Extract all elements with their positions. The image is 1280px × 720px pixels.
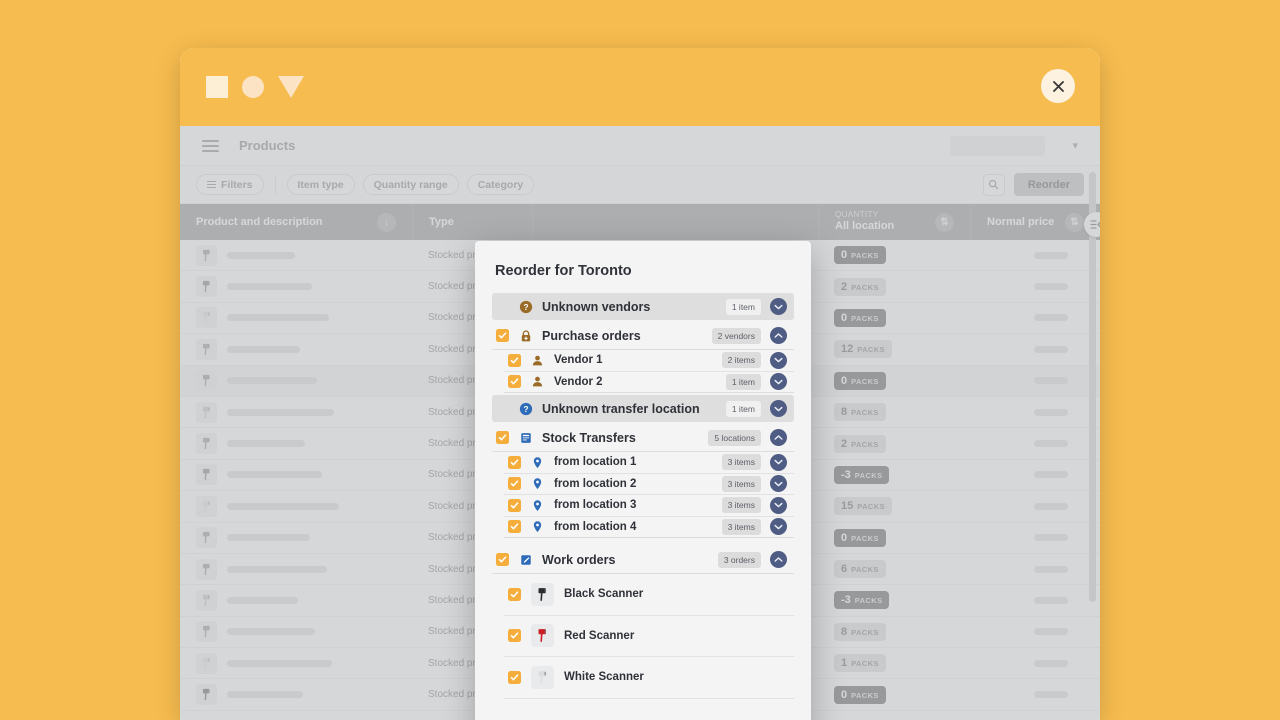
chevron-up-icon[interactable]: [770, 429, 787, 446]
map-pin-icon: [530, 499, 545, 512]
group-count-badge: 2 vendors: [711, 327, 761, 344]
purchase-lock-icon: [518, 329, 533, 343]
group-label: Unknown transfer location: [542, 401, 700, 416]
work-order-label: Black Scanner: [564, 588, 644, 601]
child-count-badge: 3 items: [721, 454, 761, 471]
map-pin-icon: [530, 520, 545, 533]
chevron-up-icon[interactable]: [770, 327, 787, 344]
vendor-person-icon: [530, 354, 545, 367]
group-children: Vendor 1 2 items Vendor 2 1 item: [492, 349, 794, 393]
question-mark-icon: ?: [518, 300, 533, 314]
group-label: Stock Transfers: [542, 430, 636, 445]
group-label: Purchase orders: [542, 328, 641, 343]
work-orders-group: Work orders 3 orders Black Scanner Red Scan…: [492, 546, 794, 699]
work-order-pencil-icon: [518, 553, 533, 567]
work-order-checkbox[interactable]: [508, 670, 521, 684]
group-label: Unknown vendors: [542, 299, 651, 314]
chevron-down-icon[interactable]: [770, 518, 787, 536]
work-order-checkbox[interactable]: [508, 629, 521, 643]
group-children: from location 1 3 items from location 2 3 i…: [492, 451, 794, 538]
child-count-badge: 2 items: [721, 352, 761, 369]
modal-group: Stock Transfers 5 locations from location …: [492, 424, 794, 538]
work-order-item[interactable]: Black Scanner: [504, 574, 794, 616]
group-child-row[interactable]: from location 2 3 items: [504, 474, 794, 495]
group-header[interactable]: ? Unknown transfer location 1 item: [492, 395, 794, 422]
modal-group: ? Unknown transfer location 1 item: [492, 395, 794, 422]
group-count-badge: 5 locations: [708, 429, 761, 446]
chevron-down-icon[interactable]: [770, 373, 787, 391]
app-body: Products ▾ Filters Item type Quantity ra…: [180, 126, 1100, 720]
reorder-modal: Reorder for Toronto ? Unknown vendors 1 it…: [475, 241, 811, 720]
work-orders-header[interactable]: Work orders 3 orders: [492, 546, 794, 573]
stock-transfer-icon: [518, 431, 533, 445]
group-child-row[interactable]: Vendor 1 2 items: [504, 350, 794, 372]
chevron-down-icon[interactable]: [770, 298, 787, 315]
app-window: Products ▾ Filters Item type Quantity ra…: [180, 48, 1100, 720]
chevron-down-icon[interactable]: [770, 351, 787, 369]
work-orders-count-badge: 3 orders: [717, 551, 761, 568]
child-checkbox[interactable]: [508, 520, 521, 534]
chevron-down-icon[interactable]: [770, 475, 787, 493]
brand-bar: [180, 48, 1100, 126]
square-shape: [206, 76, 228, 98]
child-label: from location 3: [554, 499, 637, 512]
circle-shape: [242, 76, 264, 98]
group-checkbox[interactable]: [496, 431, 509, 444]
child-checkbox[interactable]: [508, 498, 521, 512]
group-child-row[interactable]: from location 1 3 items: [504, 452, 794, 474]
modal-group: ? Unknown vendors 1 item: [492, 293, 794, 320]
group-header[interactable]: Stock Transfers 5 locations: [492, 424, 794, 451]
modal-title: Reorder for Toronto: [495, 263, 632, 279]
child-checkbox[interactable]: [508, 375, 521, 389]
svg-text:?: ?: [523, 404, 528, 414]
work-orders-checkbox[interactable]: [496, 553, 509, 566]
group-count-badge: 1 item: [725, 400, 761, 417]
child-count-badge: 3 items: [721, 497, 761, 514]
group-child-row[interactable]: from location 3 3 items: [504, 495, 794, 517]
triangle-shape: [278, 76, 304, 98]
group-count-badge: 1 item: [725, 298, 761, 315]
child-label: from location 2: [554, 477, 637, 490]
group-header[interactable]: Purchase orders 2 vendors: [492, 322, 794, 349]
chevron-down-icon[interactable]: [770, 453, 787, 471]
chevron-down-icon[interactable]: [770, 400, 787, 417]
scanner-thumbnail-icon: [531, 624, 554, 648]
question-mark-icon: ?: [518, 402, 533, 416]
child-label: from location 4: [554, 520, 637, 533]
child-checkbox[interactable]: [508, 353, 521, 367]
child-label: from location 1: [554, 456, 637, 469]
child-count-badge: 3 items: [721, 475, 761, 492]
vendor-person-icon: [530, 375, 545, 388]
scanner-thumbnail-icon: [531, 582, 554, 606]
child-count-badge: 1 item: [725, 373, 761, 390]
map-pin-icon: [530, 456, 545, 469]
map-pin-icon: [530, 477, 545, 490]
child-checkbox[interactable]: [508, 455, 521, 469]
group-checkbox[interactable]: [496, 329, 509, 342]
modal-group-list: ? Unknown vendors 1 item Purchase orders 2 v…: [475, 293, 811, 720]
scanner-thumbnail-icon: [531, 665, 554, 689]
modal-group: Purchase orders 2 vendors Vendor 12 items V…: [492, 322, 794, 393]
close-icon[interactable]: [1041, 69, 1075, 103]
svg-text:?: ?: [523, 302, 528, 312]
child-label: Vendor 2: [554, 375, 603, 388]
work-order-checkbox[interactable]: [508, 587, 521, 601]
work-order-item[interactable]: White Scanner: [504, 657, 794, 699]
group-child-row[interactable]: from location 4 3 items: [504, 517, 794, 538]
work-order-label: Red Scanner: [564, 629, 635, 642]
child-checkbox[interactable]: [508, 477, 521, 491]
work-order-label: White Scanner: [564, 671, 644, 684]
child-label: Vendor 1: [554, 354, 603, 367]
group-header[interactable]: ? Unknown vendors 1 item: [492, 293, 794, 320]
work-orders-label: Work orders: [542, 552, 616, 567]
work-order-items: Black Scanner Red Scanner White Scanner: [492, 573, 794, 699]
child-count-badge: 3 items: [721, 518, 761, 535]
work-order-item[interactable]: Red Scanner: [504, 616, 794, 657]
brand-shapes: [206, 76, 304, 98]
chevron-up-icon[interactable]: [770, 551, 787, 568]
group-child-row[interactable]: Vendor 2 1 item: [504, 372, 794, 393]
chevron-down-icon[interactable]: [770, 496, 787, 514]
